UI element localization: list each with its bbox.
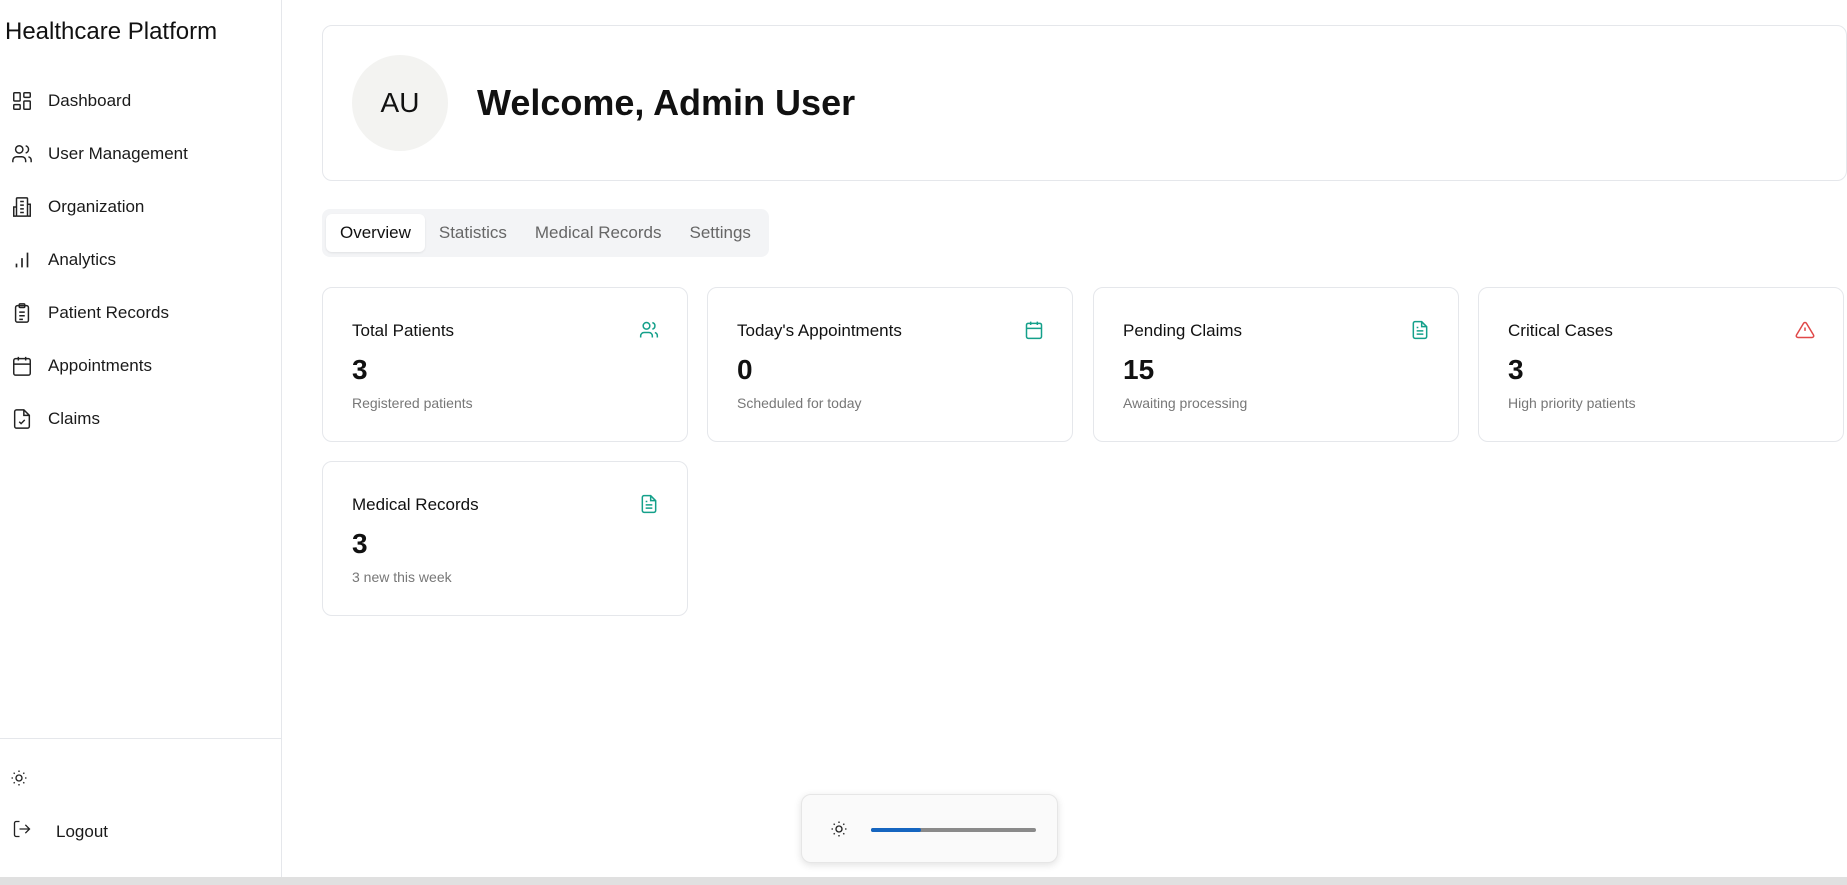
app-title: Healthcare Platform (5, 18, 218, 45)
file-text-icon (639, 494, 659, 514)
sidebar-item-label: Analytics (48, 249, 117, 269)
sidebar-item-label: User Management (48, 143, 188, 163)
sidebar: Healthcare Platform Dashboard User Manag… (0, 0, 282, 885)
brightness-slider[interactable] (871, 828, 1036, 832)
sun-icon (830, 820, 850, 840)
stat-subtitle: 3 new this week (352, 569, 452, 585)
file-text-icon (1410, 320, 1430, 340)
sidebar-nav: Dashboard User Management Organization A… (0, 74, 281, 445)
taskbar-edge (0, 877, 1847, 885)
sidebar-footer: Logout (0, 738, 281, 885)
clipboard-icon (10, 301, 34, 325)
users-icon (10, 142, 34, 166)
sidebar-item-appointments[interactable]: Appointments (0, 339, 281, 392)
brightness-slider-fill (871, 828, 921, 832)
sidebar-item-label: Appointments (48, 355, 152, 375)
welcome-card: AU Welcome, Admin User (322, 25, 1847, 181)
tab-overview[interactable]: Overview (326, 214, 425, 252)
stat-card-total-patients: Total Patients 3 Registered patients (322, 287, 688, 442)
stat-subtitle: High priority patients (1508, 395, 1636, 411)
stat-title: Today's Appointments (737, 321, 902, 340)
stat-subtitle: Awaiting processing (1123, 395, 1248, 411)
sidebar-item-organization[interactable]: Organization (0, 180, 281, 233)
users-icon (639, 320, 659, 340)
file-check-icon (10, 407, 34, 431)
sidebar-item-patient-records[interactable]: Patient Records (0, 286, 281, 339)
logout-label: Logout (56, 821, 108, 841)
building-icon (10, 195, 34, 219)
sidebar-item-label: Organization (48, 196, 145, 216)
stat-card-todays-appointments: Today's Appointments 0 Scheduled for tod… (707, 287, 1073, 442)
brightness-flyout (801, 794, 1058, 863)
stat-value: 15 (1123, 354, 1155, 385)
tab-bar: Overview Statistics Medical Records Sett… (322, 209, 769, 257)
stat-title: Pending Claims (1123, 321, 1243, 340)
stat-value: 0 (737, 354, 753, 385)
stat-card-medical-records: Medical Records 3 3 new this week (322, 461, 688, 616)
calendar-icon (1024, 320, 1044, 340)
sidebar-item-claims[interactable]: Claims (0, 392, 281, 445)
logout-button[interactable]: Logout (12, 819, 108, 844)
avatar: AU (352, 55, 448, 151)
stat-title: Medical Records (352, 495, 479, 514)
page-title: Welcome, Admin User (477, 82, 856, 123)
stat-subtitle: Registered patients (352, 395, 473, 411)
sidebar-item-user-management[interactable]: User Management (0, 127, 281, 180)
tab-settings[interactable]: Settings (676, 214, 765, 252)
stat-title: Total Patients (352, 321, 455, 340)
stat-card-critical-cases: Critical Cases 3 High priority patients (1478, 287, 1844, 442)
sidebar-item-analytics[interactable]: Analytics (0, 233, 281, 286)
tab-medical-records[interactable]: Medical Records (521, 214, 676, 252)
stat-title: Critical Cases (1508, 321, 1613, 340)
calendar-icon (10, 354, 34, 378)
logout-icon (12, 819, 32, 844)
stat-subtitle: Scheduled for today (737, 395, 862, 411)
stat-value: 3 (352, 354, 368, 385)
tab-statistics[interactable]: Statistics (425, 214, 521, 252)
stat-card-pending-claims: Pending Claims 15 Awaiting processing (1093, 287, 1459, 442)
sidebar-item-dashboard[interactable]: Dashboard (0, 74, 281, 127)
sidebar-item-label: Patient Records (48, 302, 169, 322)
alert-triangle-icon (1795, 320, 1815, 340)
sidebar-item-label: Claims (48, 408, 100, 428)
stat-value: 3 (352, 528, 368, 559)
dashboard-icon (10, 89, 34, 113)
sun-icon[interactable] (10, 769, 30, 789)
stat-value: 3 (1508, 354, 1524, 385)
sidebar-item-label: Dashboard (48, 90, 132, 110)
bar-chart-icon (10, 248, 34, 272)
